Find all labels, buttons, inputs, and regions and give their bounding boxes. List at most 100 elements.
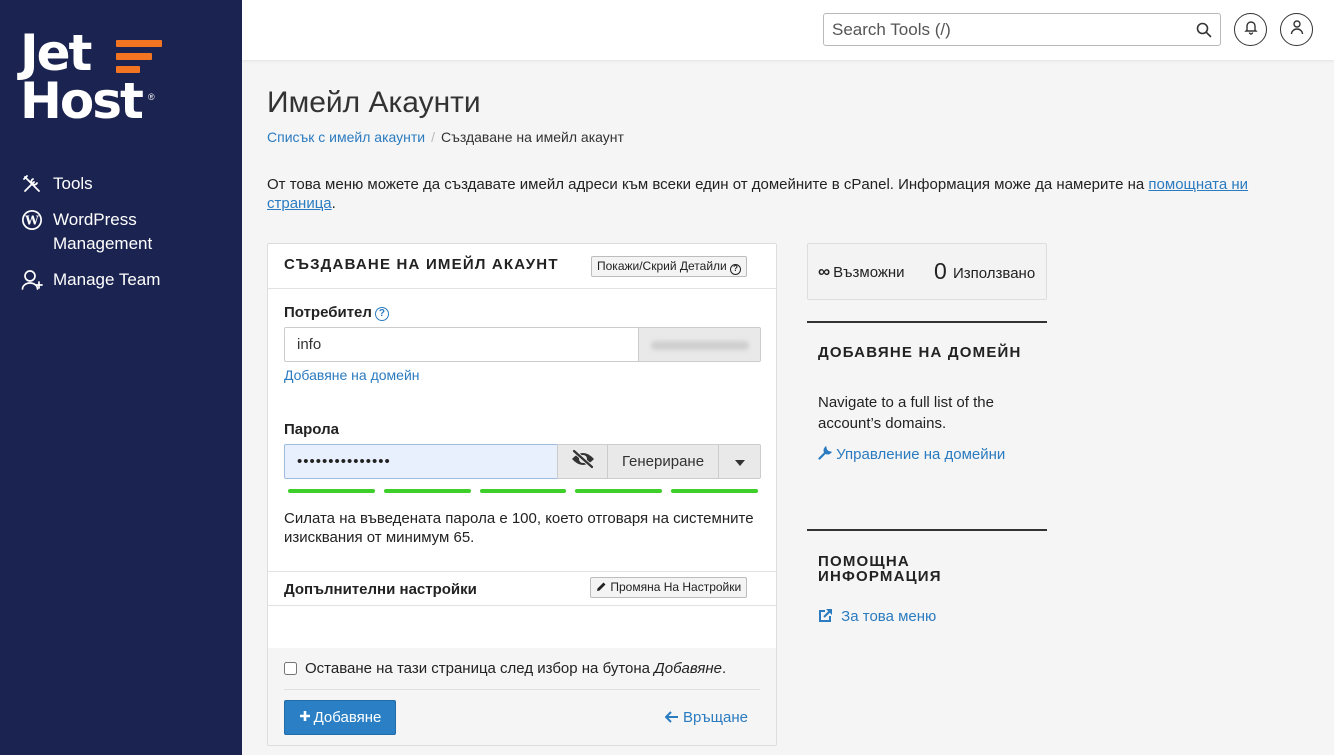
toggle-details-button[interactable]: Покажи/Скрий Детайли ? [591, 256, 748, 277]
add-domain-link[interactable]: Добавяне на домейн [284, 367, 420, 383]
arrow-left-icon [664, 709, 683, 726]
notifications-button[interactable] [1234, 13, 1267, 46]
bell-icon [1243, 19, 1259, 40]
form-footer: Оставане на тази страница след избор на … [268, 648, 776, 745]
panel-title: СЪЗДАВАНЕ НА ИМЕЙЛ АКАУНТ [284, 256, 559, 273]
stay-on-page-option[interactable]: Оставане на тази страница след избор на … [284, 660, 726, 677]
sidebar-item-manage-team[interactable]: Manage Team [0, 264, 242, 296]
search-input[interactable] [824, 14, 1184, 45]
add-account-label: Добавяне [313, 709, 382, 726]
sidebar-item-label: Tools [53, 174, 93, 193]
add-account-button[interactable]: Добавяне [284, 700, 396, 735]
strength-segment [383, 489, 471, 493]
strength-segment [575, 489, 663, 493]
username-label: Потребител? [284, 304, 389, 321]
username-label-text: Потребител [284, 304, 372, 321]
panel-header: СЪЗДАВАНЕ НА ИМЕЙЛ АКАУНТ Покажи/Скрий Д… [268, 244, 776, 289]
manage-domains-label: Управление на домейни [836, 446, 1006, 463]
change-settings-label: Промяна На Настройки [610, 580, 742, 594]
external-link-icon [818, 608, 837, 625]
question-circle-icon: ? [730, 264, 742, 275]
sidebar-nav: Tools W WordPress Management Manage Team [0, 168, 242, 296]
password-strength-text: Силата на въведената парола е 100, което… [284, 510, 754, 546]
used-stat: 0 Използвано [934, 258, 1035, 285]
password-strength-meter [288, 489, 758, 493]
intro-text: От това меню можете да създавате имейл а… [267, 175, 1297, 213]
wrench-icon [818, 445, 836, 463]
additional-settings-title: Допълнителни настройки [284, 581, 477, 598]
go-back-label: Връщане [682, 709, 748, 726]
divider [268, 571, 776, 572]
search-icon[interactable] [1196, 22, 1212, 43]
password-label: Парола [284, 421, 339, 438]
manage-domains-link[interactable]: Управление на домейни [818, 445, 1006, 463]
jethost-logo[interactable]: Jet Host ® [20, 28, 170, 138]
top-bar [242, 0, 1334, 60]
password-input[interactable] [284, 444, 558, 479]
infinity-icon: ∞ [818, 262, 831, 281]
add-domain-section-title: ДОБАВЯНЕ НА ДОМЕЙН [818, 344, 1022, 361]
sidebar-item-label: Manage Team [53, 270, 161, 289]
intro-end: . [331, 195, 336, 212]
blurred-domain [651, 341, 749, 350]
possible-label: Възможни [833, 264, 905, 281]
wordpress-icon: W [20, 208, 44, 232]
manage-team-icon [20, 268, 44, 292]
about-this-menu-label: За това меню [841, 608, 937, 625]
divider [268, 605, 776, 606]
breadcrumb: Списък с имейл акаунти / Създаване на имей… [267, 129, 624, 145]
breadcrumb-current: Създаване на имейл акаунт [440, 129, 624, 145]
logo-line-2: Host [20, 72, 144, 130]
user-icon [1289, 19, 1305, 40]
help-icon[interactable]: ? [374, 307, 389, 321]
breadcrumb-separator: / [431, 129, 435, 145]
password-options-dropdown[interactable] [718, 444, 761, 479]
username-input[interactable] [284, 327, 639, 362]
go-back-link[interactable]: Връщане [664, 709, 748, 726]
stay-on-page-checkbox[interactable] [284, 662, 297, 675]
account-stats: ∞ Възможни 0 Използвано [807, 243, 1047, 300]
sidebar: Jet Host ® Tools W WordPress Management … [0, 0, 242, 755]
add-domain-description: Navigate to a full list of the account’s… [818, 394, 994, 432]
possible-stat: ∞ Възможни [818, 262, 905, 282]
logo-accent-bar [116, 40, 162, 47]
section-rule [807, 321, 1047, 323]
stay-on-page-text: Оставане на тази страница след избор на … [305, 660, 726, 677]
toggle-password-visibility-button[interactable] [557, 444, 608, 479]
help-title-line-1: ПОМОЩНА [818, 553, 910, 570]
logo-line-1: Jet [20, 24, 92, 82]
sidebar-item-wordpress[interactable]: W WordPress Management [0, 204, 242, 260]
sidebar-item-label: WordPress Management [53, 210, 153, 253]
logo-accent-bar [116, 53, 152, 60]
sidebar-item-tools[interactable]: Tools [0, 168, 242, 200]
caret-down-icon [734, 453, 745, 471]
toggle-details-label: Покажи/Скрий Детайли [597, 259, 727, 273]
eye-slash-icon [570, 449, 596, 474]
help-section-title: ПОМОЩНА ИНФОРМАЦИЯ [818, 554, 942, 584]
user-menu-button[interactable] [1280, 13, 1313, 46]
domain-select[interactable] [638, 327, 761, 362]
used-count: 0 [934, 258, 947, 284]
generate-password-button[interactable]: Генериране [607, 444, 719, 479]
tools-icon [20, 172, 44, 196]
plus-icon [299, 709, 314, 726]
about-this-menu-link[interactable]: За това меню [818, 608, 936, 625]
pencil-icon [596, 580, 610, 594]
registered-mark: ® [148, 92, 155, 102]
strength-segment [479, 489, 567, 493]
page-title: Имейл Акаунти [267, 86, 481, 119]
change-settings-button[interactable]: Промяна На Настройки [590, 577, 748, 598]
create-email-panel: СЪЗДАВАНЕ НА ИМЕЙЛ АКАУНТ Покажи/Скрий Д… [267, 243, 777, 746]
stay-emphasis: Добавяне [654, 660, 722, 677]
strength-segment [288, 489, 375, 493]
help-title-line-2: ИНФОРМАЦИЯ [818, 568, 942, 585]
svg-text:W: W [24, 214, 39, 228]
stay-end: . [721, 660, 727, 677]
stay-text: Оставане на тази страница след избор на … [305, 660, 655, 677]
used-label: Използвано [952, 265, 1036, 282]
breadcrumb-link-email-accounts[interactable]: Списък с имейл акаунти [267, 129, 425, 145]
intro-body: От това меню можете да създавате имейл а… [267, 176, 1149, 193]
logo-accent-bar [116, 66, 140, 73]
strength-segment [671, 489, 758, 493]
section-rule [807, 529, 1047, 531]
